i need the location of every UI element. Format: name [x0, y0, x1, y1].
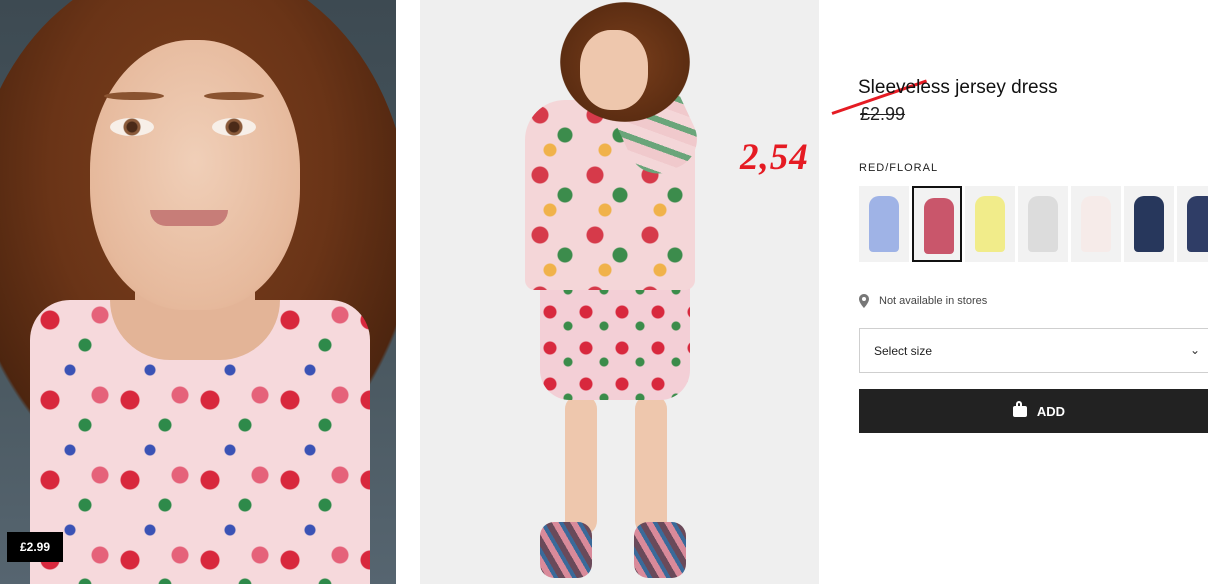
dress-thumbnail: [1134, 196, 1164, 252]
price-badge: £2.99: [7, 532, 63, 562]
dress-thumbnail: [924, 198, 954, 254]
dress-thumbnail: [869, 196, 899, 252]
color-swatches: [859, 186, 1208, 262]
dress-thumbnail: [1187, 196, 1208, 252]
product-price: £2.99: [860, 104, 906, 124]
leg-left: [565, 395, 597, 535]
face: [580, 30, 648, 110]
swatch-white-grey[interactable]: [1018, 186, 1068, 262]
eyebrow-left: [104, 92, 164, 100]
chevron-down-icon: ⌄: [1189, 343, 1200, 357]
product-title: Sleeveless jersey dress: [858, 77, 1058, 98]
dress-thumbnail: [1028, 196, 1058, 252]
shopping-bag-icon: [1012, 400, 1027, 417]
eyebrow-right: [204, 92, 264, 100]
product-image-closeup[interactable]: £2.99: [0, 0, 396, 584]
color-label: RED/FLORAL: [859, 162, 939, 174]
swatch-blue-floral[interactable]: [859, 186, 909, 262]
availability-text: Not available in stores: [879, 295, 988, 307]
swatch-red-floral[interactable]: [912, 186, 962, 262]
product-image-fullbody[interactable]: [420, 0, 819, 584]
swatch-navy-print[interactable]: [1177, 186, 1208, 262]
size-select[interactable]: Select size ⌄: [859, 328, 1208, 373]
swatch-white-dots[interactable]: [1071, 186, 1121, 262]
swatch-yellow-print[interactable]: [965, 186, 1015, 262]
eye-right: [212, 118, 256, 136]
dress-thumbnail: [975, 196, 1005, 252]
swatch-navy-floral[interactable]: [1124, 186, 1174, 262]
mouth: [150, 210, 228, 226]
sandal-right: [634, 522, 686, 578]
size-select-label: Select size: [874, 344, 933, 358]
leg-right: [635, 395, 667, 535]
sandal-left: [540, 522, 592, 578]
store-availability: Not available in stores: [859, 294, 987, 308]
annotated-price: 2,54: [740, 137, 809, 178]
add-to-bag-button[interactable]: ADD: [859, 389, 1208, 433]
eye-left: [110, 118, 154, 136]
add-button-label: ADD: [1036, 403, 1066, 419]
face: [90, 40, 300, 310]
location-pin-icon: [859, 294, 869, 308]
dress-thumbnail: [1081, 196, 1111, 252]
